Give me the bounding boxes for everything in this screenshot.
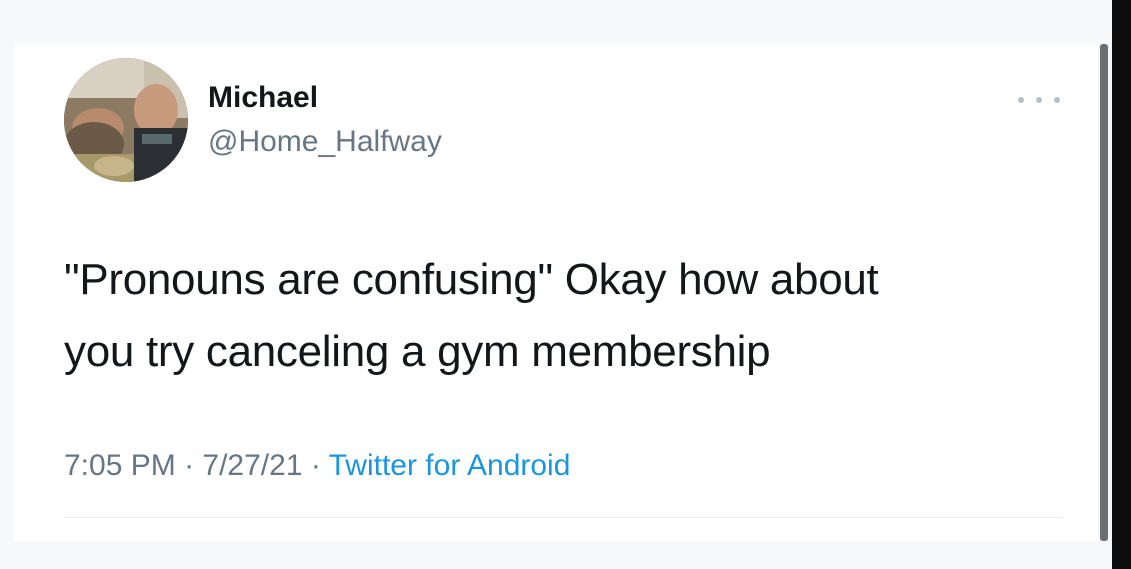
tweet-text-line: "Pronouns are confusing" Okay how about [64, 255, 879, 304]
tweet-text: "Pronouns are confusing" Okay how about … [64, 244, 1074, 388]
tweet-text-line: you try canceling a gym membership [64, 327, 771, 376]
divider [64, 517, 1062, 518]
top-background [0, 0, 1131, 44]
meta-separator: · [302, 449, 329, 482]
tweet-date[interactable]: 7/27/21 [202, 449, 302, 482]
more-dot [1036, 97, 1042, 103]
meta-separator: · [175, 449, 203, 482]
author-name[interactable]: Michael [208, 80, 318, 116]
screen-edge [1112, 0, 1131, 569]
avatar[interactable] [64, 58, 188, 182]
bottom-background [0, 541, 1112, 569]
tweet-time[interactable]: 7:05 PM [64, 449, 176, 482]
more-dot [1054, 97, 1060, 103]
scrollbar[interactable] [1100, 44, 1108, 541]
more-options-icon[interactable] [1018, 90, 1060, 110]
author-handle[interactable]: @Home_Halfway [208, 124, 442, 160]
avatar-photo [64, 58, 188, 182]
tweet-meta: 7:05 PM · 7/27/21 · Twitter for Android [64, 448, 570, 484]
more-dot [1018, 97, 1024, 103]
tweet-source-link[interactable]: Twitter for Android [329, 449, 571, 482]
